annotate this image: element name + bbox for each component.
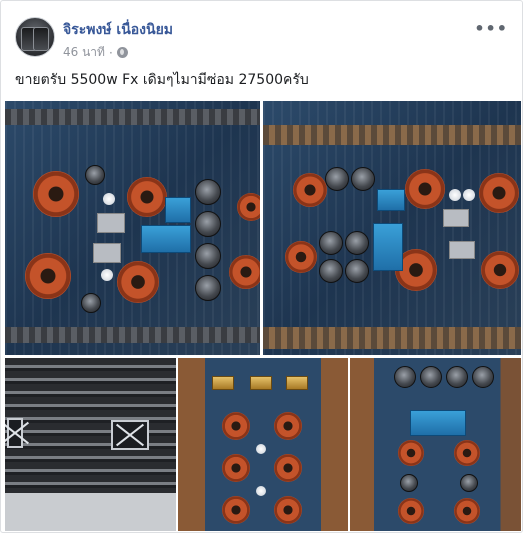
heatsink-rail xyxy=(263,125,521,145)
facebook-post: จิระพงษ์ เนื่องนิยม 46 นาที · ••• ขายตรั… xyxy=(0,0,523,533)
toroid-coil xyxy=(274,496,302,524)
photo-5[interactable] xyxy=(350,358,521,531)
toroid-coil xyxy=(405,169,445,209)
toroid-coil xyxy=(127,177,167,217)
toroid-coil xyxy=(25,253,71,299)
amplifier-grille-image xyxy=(5,358,176,531)
toroid-coil xyxy=(117,261,159,303)
power-terminal xyxy=(250,376,272,390)
capacitor xyxy=(325,167,349,191)
small-capacitor xyxy=(256,486,266,496)
toroid-coil xyxy=(222,412,250,440)
globe-icon[interactable] xyxy=(116,47,128,58)
small-capacitor xyxy=(256,444,266,454)
capacitor xyxy=(81,293,101,313)
capacitor xyxy=(195,243,221,269)
heatsink-rail xyxy=(263,327,521,349)
toroid-coil xyxy=(398,440,424,466)
circuit-board-image xyxy=(5,101,260,355)
toroid-coil xyxy=(237,193,260,221)
capacitor-block xyxy=(141,225,191,253)
heatsink-rail xyxy=(5,327,260,343)
photo-2[interactable] xyxy=(263,101,521,355)
capacitor xyxy=(195,211,221,237)
capacitor-block xyxy=(165,197,191,223)
brand-emblem xyxy=(111,420,149,450)
power-terminal xyxy=(286,376,308,390)
toroid-coil xyxy=(229,255,260,289)
small-capacitor xyxy=(101,269,113,281)
more-options-button[interactable]: ••• xyxy=(474,19,508,38)
post-meta: 46 นาที · xyxy=(63,43,128,62)
toroid-coil xyxy=(274,412,302,440)
capacitor xyxy=(394,366,416,388)
toroid-coil xyxy=(285,241,317,273)
toroid-coil xyxy=(293,173,327,207)
photo-3[interactable] xyxy=(5,358,176,531)
toroid-coil xyxy=(479,173,519,213)
small-capacitor xyxy=(103,193,115,205)
toroid-coil xyxy=(398,498,424,524)
photo-4[interactable] xyxy=(178,358,348,531)
capacitor xyxy=(345,231,369,255)
capacitor xyxy=(460,474,478,492)
photo-1[interactable] xyxy=(5,101,260,355)
board-chip xyxy=(97,213,125,233)
toroid-coil xyxy=(222,496,250,524)
post-caption: ขายตรับ 5500w Fx เดิมๆไมามีซ่อม 27500ครั… xyxy=(15,72,309,88)
capacitor-block xyxy=(373,223,403,271)
capacitor xyxy=(446,366,468,388)
small-capacitor xyxy=(463,189,475,201)
toroid-coil xyxy=(33,171,79,217)
author-name[interactable]: จิระพงษ์ เนื่องนิยม xyxy=(63,19,173,41)
capacitor xyxy=(319,259,343,283)
capacitor xyxy=(195,275,221,301)
timestamp[interactable]: 46 นาที xyxy=(63,43,105,62)
meta-separator: · xyxy=(108,45,113,60)
capacitor xyxy=(195,179,221,205)
capacitor xyxy=(420,366,442,388)
brand-emblem xyxy=(7,418,23,448)
capacitor xyxy=(400,474,418,492)
power-terminal xyxy=(212,376,234,390)
capacitor-block xyxy=(410,410,466,436)
capacitor xyxy=(472,366,494,388)
capacitor xyxy=(345,259,369,283)
capacitor xyxy=(85,165,105,185)
toroid-coil xyxy=(481,251,519,289)
small-capacitor xyxy=(449,189,461,201)
toroid-coil xyxy=(454,440,480,466)
board-chip xyxy=(93,243,121,263)
toroid-coil xyxy=(454,498,480,524)
avatar[interactable] xyxy=(15,17,55,57)
capacitor xyxy=(319,231,343,255)
toroid-coil xyxy=(222,454,250,482)
board-chip xyxy=(449,241,475,259)
toroid-coil xyxy=(274,454,302,482)
capacitor xyxy=(351,167,375,191)
capacitor-block xyxy=(377,189,405,211)
board-chip xyxy=(443,209,469,227)
heatsink-rail xyxy=(5,109,260,125)
